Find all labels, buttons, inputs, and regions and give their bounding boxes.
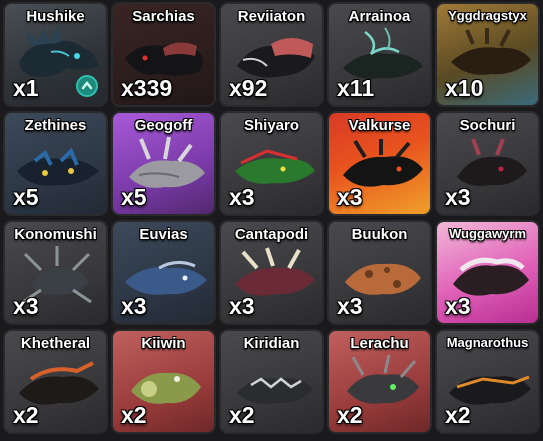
creature-name: Wuggawyrm: [448, 226, 527, 241]
creature-count: x5: [13, 184, 39, 210]
creature-name: Reviiaton: [237, 8, 306, 25]
creature-count: x5: [121, 184, 147, 210]
upgrade-arrow-icon[interactable]: [76, 75, 98, 97]
creature-name: Sarchias: [132, 8, 195, 25]
creature-slot-geogoff[interactable]: Geogoff x5: [111, 111, 216, 216]
creature-slot-euvias[interactable]: Euvias x3: [111, 220, 216, 325]
creature-count: x1: [13, 75, 39, 101]
creature-count: x3: [337, 293, 363, 319]
creature-name: Shiyaro: [243, 117, 300, 134]
creature-slot-cantapodi[interactable]: Cantapodi x3: [219, 220, 324, 325]
creature-count: x2: [229, 402, 255, 428]
creature-count: x92: [229, 75, 268, 101]
creature-count: x3: [13, 293, 39, 319]
creature-slot-kiiwin[interactable]: Kiiwin x2: [111, 329, 216, 434]
creature-count: x11: [337, 75, 375, 101]
creature-name: Hushike: [26, 8, 85, 25]
creature-slot-sochuri[interactable]: Sochuri x3: [435, 111, 540, 216]
creature-slot-wuggawyrm[interactable]: Wuggawyrm x3: [435, 220, 540, 325]
creature-count: x2: [121, 402, 147, 428]
creature-slot-zethines[interactable]: Zethines x5: [3, 111, 108, 216]
creature-count: x339: [121, 75, 173, 101]
creature-slot-lerachu[interactable]: Lerachu x2: [327, 329, 432, 434]
creature-count: x3: [445, 293, 471, 319]
creature-name: Euvias: [139, 226, 188, 243]
creature-slot-arrainoa[interactable]: Arrainoa x11: [327, 2, 432, 107]
creature-count: x10: [445, 75, 484, 101]
creature-count: x3: [337, 184, 363, 210]
creature-count: x2: [445, 402, 471, 428]
creature-name: Valkurse: [348, 117, 411, 134]
creature-slot-magnarothus[interactable]: Magnarothus x2: [435, 329, 540, 434]
creature-count: x3: [445, 184, 471, 210]
creature-slot-shiyaro[interactable]: Shiyaro x3: [219, 111, 324, 216]
creature-slot-khetheral[interactable]: Khetheral x2: [3, 329, 108, 434]
creature-slot-kiridian[interactable]: Kiridian x2: [219, 329, 324, 434]
creature-count: x2: [337, 402, 363, 428]
creature-name: Buukon: [351, 226, 408, 243]
creature-slot-valkurse[interactable]: Valkurse x3: [327, 111, 432, 216]
creature-name: Kiridian: [243, 335, 300, 352]
creature-slot-hushike[interactable]: Hushike x1: [3, 2, 108, 107]
creature-slot-reviiaton[interactable]: Reviiaton x92: [219, 2, 324, 107]
creature-inventory-grid: Hushike x1 Sarchias x339 Reviiaton x92 A…: [3, 2, 540, 439]
creature-name: Geogoff: [134, 117, 193, 134]
creature-slot-sarchias[interactable]: Sarchias x339: [111, 2, 216, 107]
creature-name: Lerachu: [350, 335, 409, 352]
creature-name: Zethines: [24, 117, 87, 134]
creature-name: Kiiwin: [141, 335, 186, 352]
creature-slot-yggdragstyx[interactable]: Yggdragstyx x10: [435, 2, 540, 107]
creature-name: Cantapodi: [234, 226, 309, 243]
creature-name: Konomushi: [14, 226, 97, 243]
creature-name: Sochuri: [459, 117, 516, 134]
creature-name: Arrainoa: [348, 8, 411, 25]
creature-count: x3: [229, 293, 255, 319]
creature-slot-konomushi[interactable]: Konomushi x3: [3, 220, 108, 325]
creature-name: Khetheral: [20, 335, 91, 352]
creature-count: x3: [121, 293, 147, 319]
creature-count: x2: [13, 402, 39, 428]
creature-name: Magnarothus: [446, 335, 529, 350]
creature-name: Yggdragstyx: [448, 8, 527, 23]
creature-slot-buukon[interactable]: Buukon x3: [327, 220, 432, 325]
creature-count: x3: [229, 184, 255, 210]
